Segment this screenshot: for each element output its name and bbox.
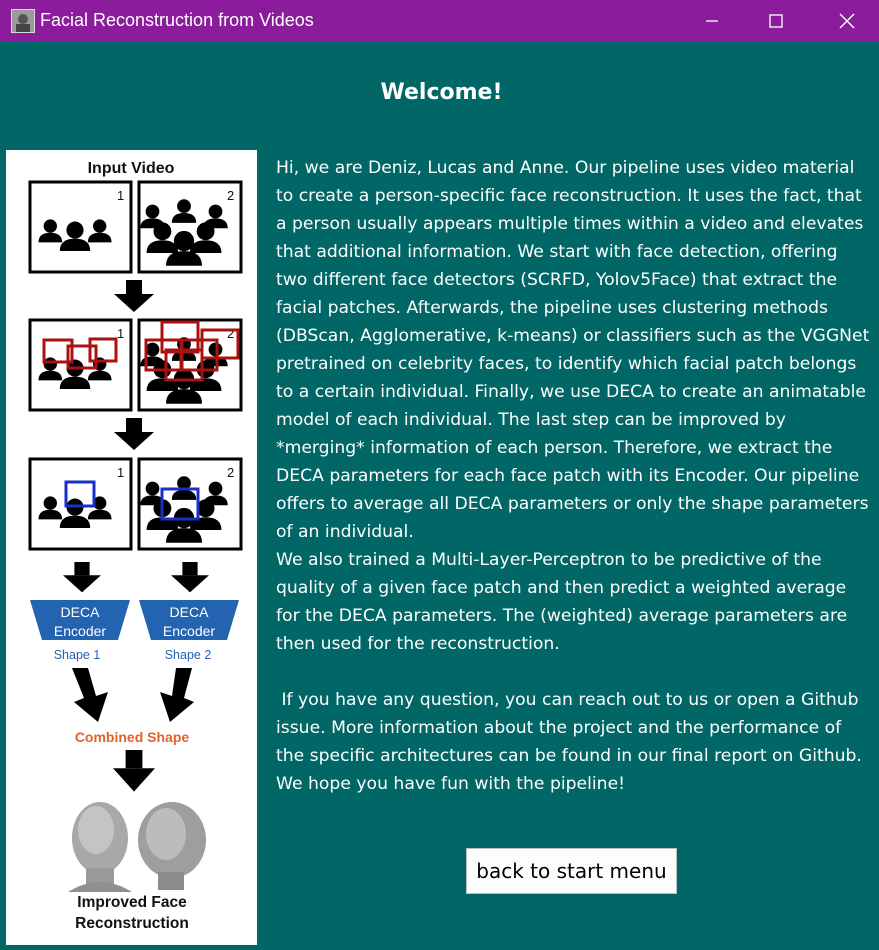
frame-number-2: 2 [227, 465, 234, 480]
encoder-label-line2: Encoder [163, 623, 215, 639]
deca-encoder-1: DECA Encoder [30, 600, 130, 640]
window-title: Facial Reconstruction from Videos [40, 10, 314, 30]
frame-number-1: 1 [117, 326, 124, 341]
close-icon [839, 13, 855, 29]
down-arrow-icon [114, 418, 154, 450]
title-bar: Facial Reconstruction from Videos [0, 0, 879, 42]
input-frame-1: 1 [28, 180, 133, 274]
result-label-line1: Improved Face [77, 894, 187, 911]
minimize-button[interactable] [683, 0, 741, 42]
detection-frame-2: 2 [137, 318, 243, 412]
maximize-button[interactable] [747, 0, 805, 42]
down-arrow-icon [160, 668, 194, 722]
down-arrow-icon [72, 668, 108, 722]
description-paragraph: If you have any question, you can reach … [276, 690, 868, 794]
description-paragraph: Hi, we are Deniz, Lucas and Anne. Our pi… [276, 158, 875, 542]
selection-frame-2: 2 [137, 457, 243, 551]
frame-number-2: 2 [227, 188, 234, 203]
encoder-label-line1: DECA [170, 604, 210, 620]
detection-frame-1: 1 [28, 318, 133, 412]
encoder-label-line2: Encoder [54, 623, 106, 639]
result-label-line2: Reconstruction [75, 915, 189, 932]
frame-number-1: 1 [117, 188, 124, 203]
app-icon [11, 9, 35, 33]
maximize-icon [769, 14, 783, 28]
selection-frame-1: 1 [28, 457, 133, 551]
welcome-heading: Welcome! [380, 80, 503, 105]
face-render-side [138, 802, 206, 890]
project-description: Hi, we are Deniz, Lucas and Anne. Our pi… [276, 154, 874, 798]
pipeline-title: Input Video [88, 160, 175, 177]
input-frame-2: 2 [137, 180, 243, 274]
back-to-start-menu-button[interactable]: back to start menu [466, 848, 677, 894]
close-button[interactable] [818, 0, 876, 42]
face-render-front [68, 802, 132, 892]
down-arrow-icon [171, 562, 209, 593]
down-arrow-icon [113, 750, 155, 792]
description-paragraph: We also trained a Multi-Layer-Perceptron… [276, 550, 853, 654]
frame-number-2: 2 [227, 326, 234, 341]
shape-label-2: Shape 2 [165, 648, 212, 662]
minimize-icon [706, 20, 718, 22]
description-spacer [276, 658, 874, 686]
main-content: Welcome! Input Video 1 2 1 2 1 2 DECA En… [0, 42, 879, 950]
encoder-label-line1: DECA [61, 604, 101, 620]
shape-label-1: Shape 1 [54, 648, 101, 662]
combined-shape-label: Combined Shape [75, 729, 190, 745]
deca-encoder-2: DECA Encoder [139, 600, 239, 640]
down-arrow-icon [63, 562, 101, 593]
frame-number-1: 1 [117, 465, 124, 480]
down-arrow-icon [114, 280, 154, 312]
pipeline-svg: Input Video 1 2 1 2 1 2 DECA Encoder DEC… [28, 160, 243, 932]
pipeline-diagram: Input Video 1 2 1 2 1 2 DECA Encoder DEC… [6, 150, 257, 945]
